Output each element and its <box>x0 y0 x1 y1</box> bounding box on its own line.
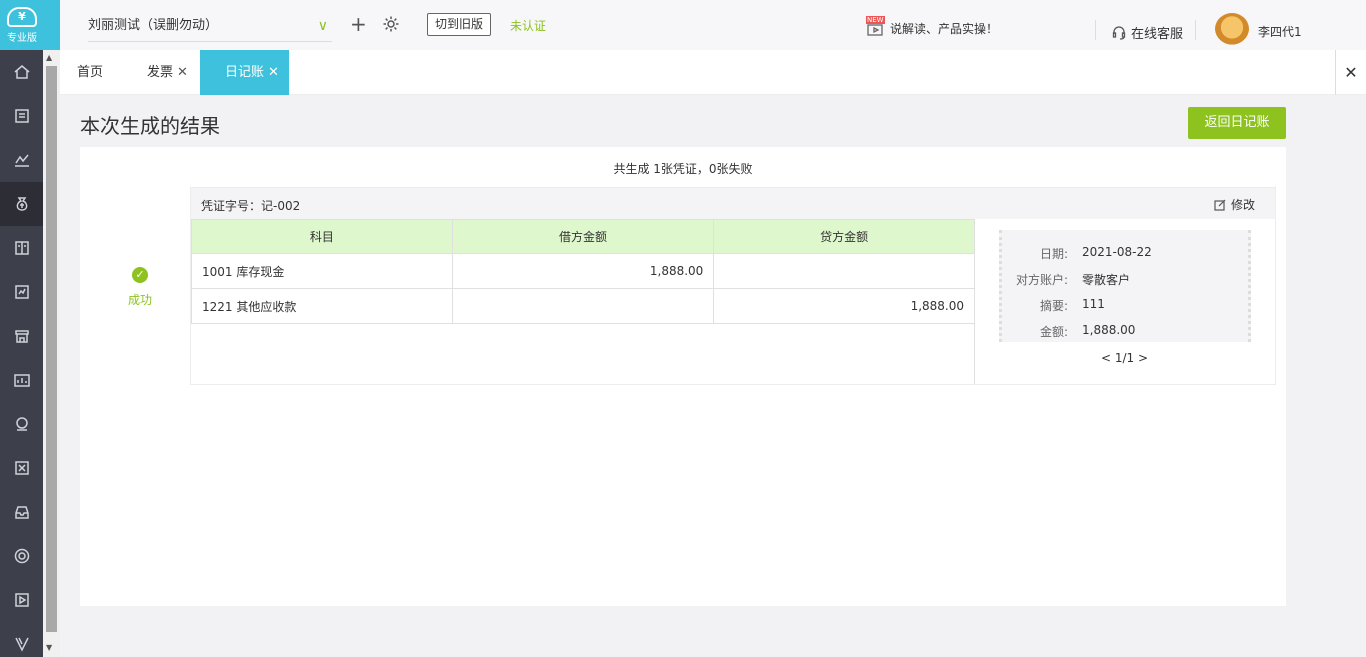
inventory-icon[interactable] <box>0 358 43 402</box>
report-icon[interactable] <box>0 270 43 314</box>
tab-label: 日记账 <box>225 65 265 80</box>
summary-label: 摘要: <box>1039 299 1068 313</box>
generation-summary: 共生成 1张凭证，0张失败 <box>613 162 753 176</box>
table-empty-area <box>191 323 975 384</box>
voucher-number: 凭证字号：记-002 <box>201 199 301 213</box>
counterparty-value: 零散客户 <box>1082 273 1131 287</box>
pagination[interactable]: < 1/1 > <box>1101 351 1148 365</box>
scroll-down-arrow-icon[interactable]: ▼ <box>46 643 52 652</box>
table-row: 1001 库存现金 1,888.00 <box>191 253 975 289</box>
archive-icon[interactable] <box>0 490 43 534</box>
company-name: 刘丽测试（误删勿动） <box>88 18 219 33</box>
column-header-credit: 贷方金额 <box>713 219 975 254</box>
return-journal-button[interactable]: 返回日记账 <box>1188 107 1286 139</box>
tab-journal[interactable]: 日记账 ✕ <box>200 50 289 95</box>
table-row: 1221 其他应收款 1,888.00 <box>191 288 975 324</box>
close-all-tabs-icon[interactable]: ✕ <box>1335 50 1366 95</box>
counterparty-label: 对方账户: <box>1015 273 1068 287</box>
check-circle-icon: ✓ <box>132 267 148 283</box>
chevron-down-icon: ∨ <box>317 18 328 34</box>
close-icon[interactable]: ✕ <box>268 65 279 80</box>
headset-icon <box>1112 25 1126 40</box>
left-sidebar: ¥ 专业版 <box>0 0 60 657</box>
tab-home[interactable]: 首页 <box>77 50 103 95</box>
page-title: 本次生成的结果 <box>80 114 220 138</box>
sidebar-scroll-thumb[interactable] <box>46 66 57 632</box>
close-icon[interactable]: ✕ <box>177 65 188 80</box>
voucher-header: 凭证字号：记-002 修改 <box>191 188 1275 219</box>
v-logo-icon[interactable] <box>0 622 43 657</box>
tab-invoice[interactable]: 发票 ✕ <box>147 50 188 95</box>
home-icon[interactable] <box>0 50 43 94</box>
store-icon[interactable] <box>0 314 43 358</box>
invoice-icon[interactable] <box>0 94 43 138</box>
account-cell: 1221 其他应收款 <box>191 288 453 324</box>
news-text: 说解读、产品实操！ <box>890 22 999 36</box>
service-label: 在线客服 <box>1131 27 1184 42</box>
online-service-button[interactable]: 在线客服 <box>1112 23 1183 42</box>
new-badge: NEW <box>866 16 885 24</box>
debit-cell: 1,888.00 <box>451 253 715 289</box>
tab-label: 首页 <box>77 65 104 80</box>
credit-cell <box>713 253 975 289</box>
debit-cell <box>451 288 715 324</box>
tab-label: 发票 <box>147 65 174 80</box>
column-header-account: 科目 <box>191 219 453 254</box>
news-link[interactable]: NEW 说解读、产品实操！ <box>866 16 999 37</box>
scroll-up-arrow-icon[interactable]: ▲ <box>46 53 52 62</box>
result-card: 共生成 1张凭证，0张失败 ✓ 成功 凭证字号：记-002 修改 科目 借方金额… <box>80 147 1286 606</box>
status-label: 成功 <box>127 293 152 307</box>
divider <box>1095 20 1096 40</box>
gear-icon[interactable] <box>382 15 400 36</box>
table-header-row: 科目 借方金额 贷方金额 <box>191 219 975 254</box>
column-header-debit: 借方金额 <box>451 219 715 254</box>
chart-icon[interactable] <box>0 138 43 182</box>
edit-button[interactable]: 修改 <box>1214 196 1255 213</box>
voucher-panel: 凭证字号：记-002 修改 科目 借方金额 贷方金额 1001 库存现金 1,8… <box>190 187 1276 385</box>
video-icon[interactable] <box>0 578 43 622</box>
money-bag-icon[interactable] <box>0 182 43 226</box>
amount-value: 1,888.00 <box>1082 323 1136 337</box>
company-selector[interactable]: 刘丽测试（误删勿动） ∨ <box>88 12 332 42</box>
app-logo[interactable]: ¥ 专业版 <box>0 0 60 50</box>
top-header: 刘丽测试（误删勿动） ∨ + 切到旧版 未认证 NEW 说解读、产品实操！ 在线… <box>60 0 1366 50</box>
settings-icon[interactable] <box>0 534 43 578</box>
avatar[interactable] <box>1215 13 1249 45</box>
cloud-icon: ¥ <box>7 6 37 27</box>
edit-label: 修改 <box>1230 198 1255 212</box>
summary-value: 111 <box>1082 297 1105 311</box>
add-icon[interactable]: + <box>350 12 367 36</box>
tax-icon[interactable] <box>0 446 43 490</box>
username[interactable]: 李四代1 <box>1258 23 1302 40</box>
date-value: 2021-08-22 <box>1082 245 1152 259</box>
unverified-status[interactable]: 未认证 <box>510 17 546 34</box>
voucher-table: 科目 借方金额 贷方金额 1001 库存现金 1,888.00 1221 其他应… <box>191 219 975 324</box>
edit-icon <box>1214 199 1226 211</box>
account-cell: 1001 库存现金 <box>191 253 453 289</box>
switch-old-version-button[interactable]: 切到旧版 <box>427 13 492 36</box>
voucher-info-box: 日期: 2021-08-22 对方账户: 零散客户 摘要: 111 金额: 1,… <box>999 230 1251 342</box>
payroll-icon[interactable] <box>0 402 43 446</box>
divider <box>1195 20 1196 40</box>
status-badge: ✓ 成功 <box>120 267 160 308</box>
logo-edition: 专业版 <box>7 32 37 44</box>
date-label: 日期: <box>1039 247 1068 261</box>
tab-bar: 首页 发票 ✕ 日记账 ✕ ✕ <box>60 50 1366 95</box>
ledger-icon[interactable] <box>0 226 43 270</box>
amount-label: 金额: <box>1039 325 1068 339</box>
credit-cell: 1,888.00 <box>713 288 975 324</box>
